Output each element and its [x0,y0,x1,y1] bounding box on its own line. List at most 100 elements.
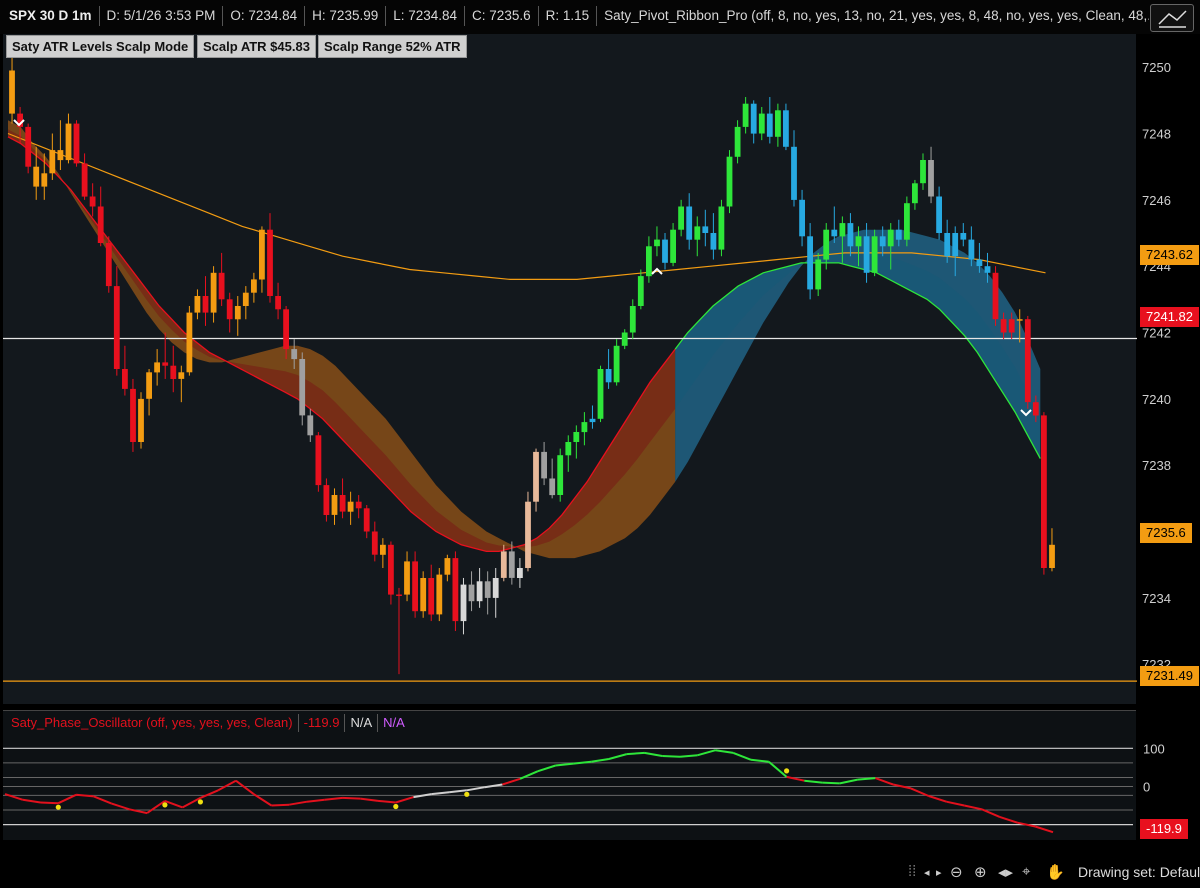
oscillator-segment [591,758,610,763]
candle-body [629,306,636,333]
pan-hand-icon[interactable]: ✋ [1046,863,1065,881]
candle-body [1016,319,1023,321]
scalp-range-label: Scalp Range 52% ATR [318,35,467,58]
oscillator-segment [164,799,183,809]
expand-horizontal-icon[interactable]: ◂▸ [998,863,1013,881]
oscillator-segment [111,802,130,811]
candle-body [605,369,612,383]
oscillator-segment [395,796,414,804]
oscillator-segment [235,779,255,795]
candle-body [404,561,410,595]
oscillator-segment [146,800,166,814]
candle-body [283,309,289,350]
candle-body [662,239,668,263]
candle-body [613,345,620,383]
drag-handle-icon[interactable]: ⁞⁞ [908,863,916,880]
oscillator-segment [804,779,823,784]
oscillator-segment [555,762,574,767]
candle-body [315,435,322,486]
oscillator-segment [715,749,734,754]
candle-body [331,495,338,515]
candle-body [178,372,185,379]
pivot-ribbon [7,120,1046,559]
candle-body [460,584,467,622]
candle-body [702,226,709,233]
candle-body [218,272,225,300]
oscillator-signal-dot [162,802,168,808]
scroll-right-icon[interactable]: ▸ [936,866,942,879]
candle-body [686,206,693,240]
candle-body [323,485,330,515]
candle-body [936,196,942,233]
oscillator-segment [608,753,627,760]
candle-body [573,432,580,442]
candle-body [154,362,160,373]
oscillator-segment [732,751,752,761]
candle-body [928,160,934,197]
ribbon-inner-bearish [8,129,676,552]
candle-body [170,365,177,379]
drawing-set-label[interactable]: Drawing set: Default [1078,864,1200,880]
crosshair-icon[interactable]: ⌖ [1022,863,1030,880]
candle-body [186,312,193,373]
price-chart: 7250724872467244724272407238723672347232… [3,57,1171,860]
oscillator-segment [750,758,769,763]
oscillator-segment [200,789,219,799]
scalp-mode-label: Saty ATR Levels Scalp Mode [6,35,195,58]
candle-body [823,229,830,260]
oscillator-signal-dot [393,803,399,810]
candle-body [952,233,959,257]
oscillator-signal-dot [784,768,790,774]
candle-body [492,578,499,598]
candle-body [895,229,902,240]
candle-body [1041,415,1047,568]
candle-body [242,292,249,306]
candle-body [259,229,265,280]
candle-body [855,236,862,247]
candle-body [130,388,136,442]
candle-body [799,199,805,237]
candle-body [363,508,370,532]
oscillator-segment [928,795,947,803]
candle-body [871,236,878,273]
candle-body [533,451,539,502]
zoom-in-icon[interactable]: ⊕ [974,863,987,881]
price-tick-label: 7246 [1142,193,1171,208]
oscillator-segment [40,801,59,805]
oscillator-segment [93,795,112,805]
oscillator-tick-label: 0 [1143,780,1150,795]
oscillator-segment [271,803,290,807]
candle-body [621,332,628,346]
price-tick-label: 7248 [1142,127,1171,142]
candle-body [912,183,918,204]
ribbon-slow-line-red [7,136,676,553]
oscillator-segment [306,798,325,803]
candle-body [968,239,975,260]
candle-body [476,581,483,602]
candle-body [1049,544,1055,568]
candle-body [428,578,435,615]
oscillator-study-label[interactable]: Saty_Phase_Oscillator (off, yes, yes, ye… [6,714,299,732]
candle-body [57,150,64,161]
scroll-left-icon[interactable]: ◂ [924,866,930,879]
ribbon-band-bearish [8,120,676,559]
oscillator-segment [57,793,77,805]
price-tick-label: 7240 [1142,392,1171,407]
scalp-atr-label: Scalp ATR $45.83 [197,35,316,58]
price-tag-last: 7235.6 [1140,523,1192,543]
candle-body [81,163,88,197]
zoom-out-icon[interactable]: ⊖ [950,863,963,881]
candle-body [694,226,701,240]
candle-body [710,233,717,250]
candle-body [742,103,749,127]
candle-body [89,196,96,207]
candle-body [726,156,733,207]
candle-body [371,531,378,555]
candle-body [831,229,838,237]
oscillator-segment [963,804,983,811]
candle-body [234,306,241,320]
candle-body [339,495,346,512]
candle-body [420,578,427,612]
oscillator-segment [342,796,361,800]
candle-body [49,150,56,174]
